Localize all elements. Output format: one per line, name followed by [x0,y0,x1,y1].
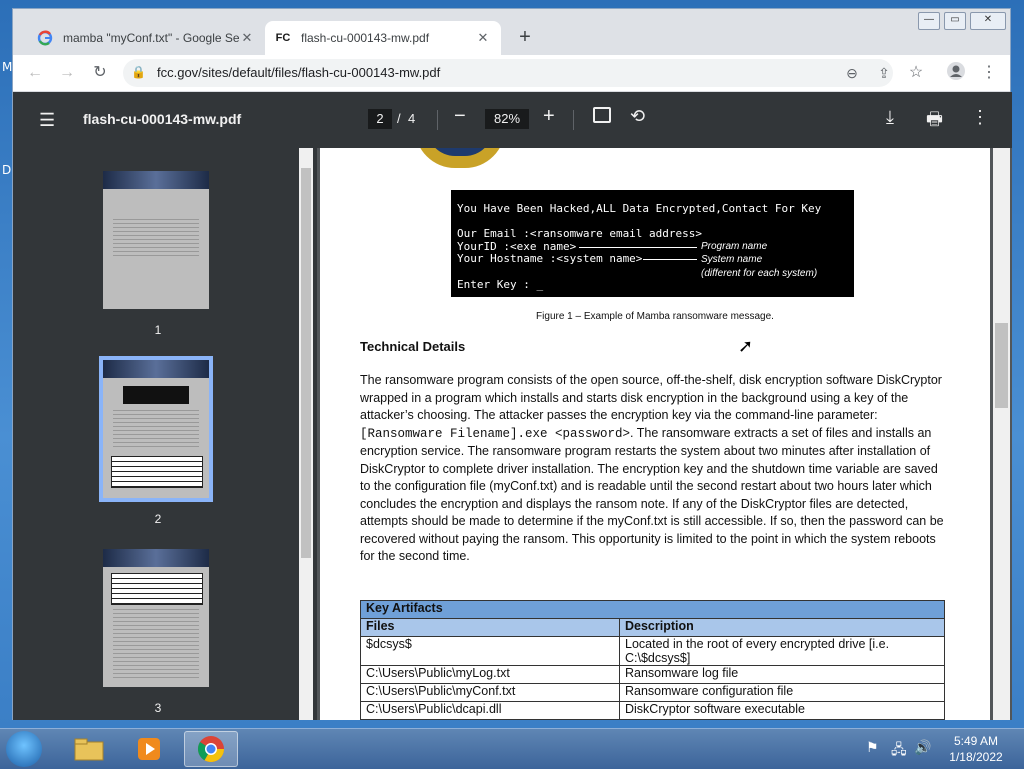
divider [573,110,574,130]
table-row: C:\Users\Public\dcapi.dll DiskCryptor so… [360,701,945,720]
thumbnail-label: 1 [154,323,162,337]
document-area: EAU OF IN You Have Been Hacked,ALL Data … [317,148,1012,720]
forward-button[interactable]: → [55,61,79,85]
tab-strip: mamba "myConf.txt" - Google Se ✕ FC flas… [13,9,1010,55]
terminal-line: You Have Been Hacked,ALL Data Encrypted,… [457,202,822,215]
tab-google-search[interactable]: mamba "myConf.txt" - Google Se ✕ [25,21,265,55]
annotation: Program name [701,241,768,252]
annotation: (different for each system) [701,268,818,279]
key-artifacts-table: Key Artifacts Files Description $dcsys$ … [360,600,945,720]
zoom-out-button[interactable]: − [454,105,466,128]
page-thumbnail[interactable] [103,171,209,309]
ransom-message-figure: You Have Been Hacked,ALL Data Encrypted,… [451,190,854,297]
table-cell: Ransomware configuration file [619,683,945,702]
lock-icon: 🔒 [131,65,146,79]
network-icon[interactable]: 🖧 [891,739,907,763]
media-player-taskbar-icon[interactable] [122,731,176,767]
sidebar-menu-icon[interactable]: ☰ [39,110,55,131]
browser-window: mamba "myConf.txt" - Google Se ✕ FC flas… [12,8,1012,720]
taskbar: ⚑ 🖧 🔊 5:49 AM 1/18/2022 [0,728,1024,769]
download-icon[interactable]: ⤓ [886,107,894,128]
page-thumbnail[interactable] [103,549,209,687]
maximize-button[interactable]: ▭ [944,12,966,30]
browser-toolbar: ← → ↻ 🔒 fcc.gov/sites/default/files/flas… [13,55,1010,92]
pdf-toolbar: ☰ flash-cu-000143-mw.pdf 2 / 4 − 82% + ⟲… [13,92,1012,148]
close-icon[interactable]: ✕ [475,30,491,46]
url-text: fcc.gov/sites/default/files/flash-cu-000… [157,65,441,80]
section-heading: Technical Details [360,339,466,354]
table-title: Key Artifacts [360,600,945,619]
desktop-letter: D [2,163,12,177]
arrow [579,247,697,248]
mouse-cursor-icon: ➚ [738,336,754,356]
terminal-line: Our Email :<ransomware email address> [457,227,703,240]
table-cell: Ransomware log file [619,665,945,684]
address-bar[interactable]: 🔒 fcc.gov/sites/default/files/flash-cu-0… [123,59,893,87]
pdf-file-name: flash-cu-000143-mw.pdf [83,111,242,127]
explorer-taskbar-icon[interactable] [62,731,116,767]
zoom-in-button[interactable]: + [543,105,555,128]
tab-pdf[interactable]: FC flash-cu-000143-mw.pdf ✕ [265,21,501,55]
sidebar-scrollbar[interactable] [299,148,313,720]
table-cell: $dcsys$ [360,636,620,666]
thumbnail-label: 2 [154,512,162,526]
table-cell: Located in the root of every encrypted d… [619,636,945,666]
clock-time: 5:49 AM [953,734,999,748]
page-separator: / [397,111,401,126]
document-scrollbar[interactable] [993,148,1010,720]
bookmark-star-icon[interactable]: ☆ [904,61,928,85]
taskbar-clock[interactable]: 5:49 AM 1/18/2022 [936,733,1016,765]
table-row: $dcsys$ Located in the root of every enc… [360,636,945,666]
table-cell: DiskCryptor software executable [619,701,945,720]
table-cell: C:\Users\Public\dcapi.dll [360,701,620,720]
action-center-icon[interactable]: ⚑ [866,739,879,756]
more-options-icon[interactable]: ⋮ [971,107,989,128]
arrow [643,259,697,260]
fit-page-icon[interactable] [593,107,611,123]
thumbnail-label: 3 [154,701,162,715]
rotate-icon[interactable]: ⟲ [630,106,645,127]
page-number-input[interactable]: 2 [368,109,392,129]
chrome-taskbar-icon[interactable] [184,731,238,767]
tab-title: flash-cu-000143-mw.pdf [301,31,430,45]
table-row: C:\Users\Public\myLog.txt Ransomware log… [360,665,945,684]
google-icon [37,30,53,46]
terminal-line: Your Hostname :<system name> [457,252,643,265]
table-cell: C:\Users\Public\myLog.txt [360,665,620,684]
table-header: Description [619,618,945,637]
table-cell: C:\Users\Public\myConf.txt [360,683,620,702]
pdf-page: EAU OF IN You Have Been Hacked,ALL Data … [320,148,990,720]
clock-date: 1/18/2022 [949,750,1003,764]
table-row: C:\Users\Public\myConf.txt Ransomware co… [360,683,945,702]
profile-icon[interactable] [944,61,968,85]
print-icon[interactable]: 🖶 [926,107,943,137]
zoom-input[interactable]: 82% [485,109,529,129]
table-header: Files [360,618,620,637]
thumbnail-sidebar: 1 2 3 [13,148,317,720]
desktop-letter: M [2,60,13,74]
terminal-line: Enter Key : _ [457,278,544,291]
share-icon[interactable]: ⇪ [872,61,896,85]
figure-caption: Figure 1 – Example of Mamba ransomware m… [536,311,774,322]
browser-menu-icon[interactable]: ⋮ [977,61,1001,85]
zoom-icon[interactable]: ⊖ [840,61,864,85]
close-window-button[interactable]: ✕ [970,12,1006,30]
fc-icon: FC [275,32,291,44]
annotation: System name [701,254,763,265]
start-button[interactable] [6,731,42,767]
page-thumbnail-selected[interactable] [99,356,213,502]
minimize-button[interactable]: — [918,12,940,30]
close-icon[interactable]: ✕ [239,30,255,46]
volume-icon[interactable]: 🔊 [914,739,931,756]
page-total: 4 [408,111,416,126]
tab-title: mamba "myConf.txt" - Google Se [63,31,239,45]
fbi-seal-image: EAU OF IN [415,148,505,168]
back-button[interactable]: ← [23,61,47,85]
divider [437,110,438,130]
new-tab-button[interactable]: + [513,25,537,49]
body-paragraph: The ransomware program consists of the o… [360,373,944,563]
reload-button[interactable]: ↻ [88,61,112,85]
